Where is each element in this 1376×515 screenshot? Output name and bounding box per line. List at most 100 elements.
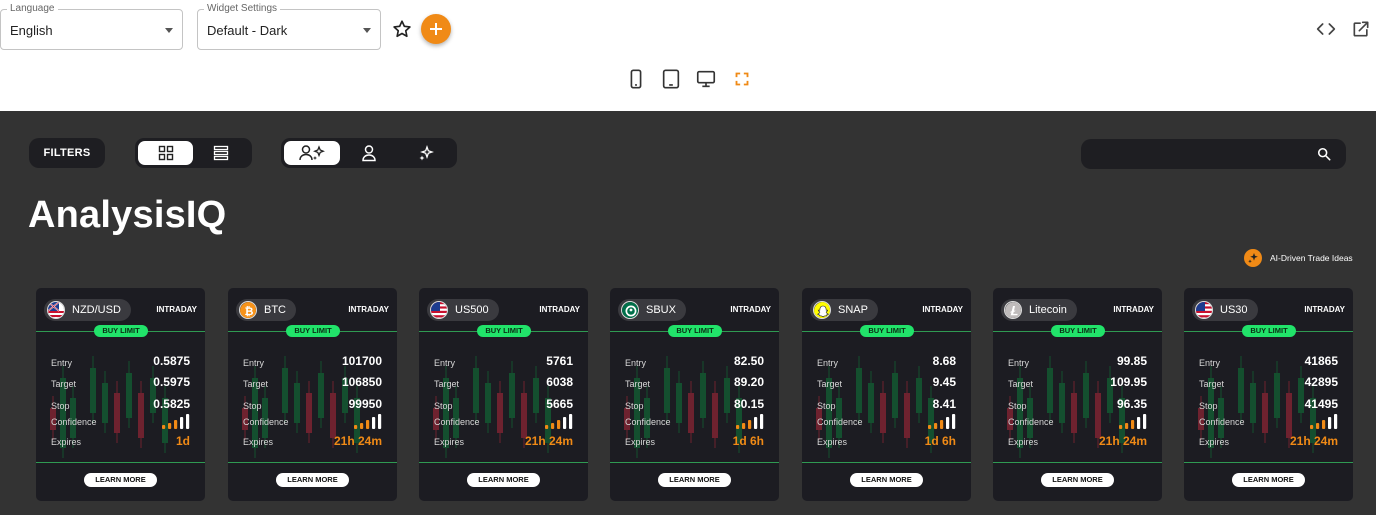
expires-value: 1d	[175, 434, 190, 448]
grid-icon	[158, 145, 173, 161]
user-ai-button[interactable]	[284, 141, 340, 165]
learn-more-button[interactable]: LEARN MORE	[84, 473, 157, 487]
filters-button[interactable]: FILTERS	[29, 138, 105, 168]
symbol-label: BTC	[264, 304, 286, 316]
analysisiq-widget: FILTERS AnalysisIQ AI-Driven Trade Ideas…	[0, 111, 1376, 515]
confidence-label: Confidence	[817, 417, 863, 427]
open-external-icon[interactable]	[1351, 19, 1371, 39]
list-view-button[interactable]	[193, 141, 248, 165]
expires-label: Expires	[625, 437, 656, 447]
stop-label: Stop	[625, 401, 644, 411]
symbol-label: NZD/USD	[72, 304, 121, 316]
learn-more-button[interactable]: LEARN MORE	[850, 473, 923, 487]
symbol-pill[interactable]: Litecoin	[1001, 299, 1077, 321]
ai-button[interactable]	[397, 141, 454, 165]
search-input[interactable]	[1081, 139, 1346, 169]
target-value: 6038	[546, 375, 573, 389]
term-label: INTRADAY	[348, 305, 389, 314]
target-label: Target	[1008, 379, 1034, 389]
symbol-label: US30	[1220, 304, 1248, 316]
order-type-badge: BUY LIMIT	[286, 325, 340, 337]
symbol-label: US500	[455, 304, 489, 316]
widget-settings-select[interactable]: Widget Settings Default - Dark	[197, 3, 381, 50]
add-button[interactable]	[421, 14, 451, 44]
user-button[interactable]	[340, 141, 397, 165]
symbol-label: SNAP	[838, 304, 868, 316]
divider	[610, 462, 779, 463]
symbol-pill[interactable]: NZD/USD	[44, 299, 131, 321]
learn-more-button[interactable]: LEARN MORE	[658, 473, 731, 487]
symbol-pill[interactable]: US30	[1192, 299, 1258, 321]
grid-view-button[interactable]	[138, 141, 193, 165]
sbux-flag-icon	[621, 301, 639, 319]
ltc-flag-icon	[1004, 301, 1022, 319]
confidence-bars-icon	[354, 414, 382, 429]
trade-card[interactable]: ₿ BTC INTRADAY BUY LIMIT Entry 101700 Target 10…	[228, 288, 397, 501]
widget-settings-label: Widget Settings	[204, 3, 281, 15]
learn-more-button[interactable]: LEARN MORE	[1232, 473, 1305, 487]
target-label: Target	[434, 379, 460, 389]
target-value: 89.20	[733, 375, 764, 389]
expires-label: Expires	[817, 437, 848, 447]
user-icon	[361, 145, 376, 162]
order-type-badge: BUY LIMIT	[860, 325, 914, 337]
stop-value: 80.15	[733, 397, 764, 411]
tablet-view-icon[interactable]	[660, 68, 682, 90]
order-type-badge: BUY LIMIT	[477, 325, 531, 337]
us-flag-icon	[430, 301, 448, 319]
order-type-badge: BUY LIMIT	[94, 325, 148, 337]
trade-card[interactable]: NZD/USD INTRADAY BUY LIMIT Entry 0.5875 Targe…	[36, 288, 205, 501]
widget-settings-value: Default - Dark	[207, 23, 288, 38]
ai-label: AI-Driven Trade Ideas	[1270, 253, 1353, 263]
user-sparkle-icon	[299, 145, 325, 161]
divider	[228, 462, 397, 463]
trade-card[interactable]: SNAP INTRADAY BUY LIMIT Entry 8.68 Target 9.45…	[802, 288, 971, 501]
target-label: Target	[625, 379, 651, 389]
entry-label: Entry	[1008, 358, 1030, 368]
code-icon[interactable]	[1316, 20, 1336, 38]
caret-down-icon	[165, 28, 173, 33]
stop-label: Stop	[1008, 401, 1027, 411]
language-label: Language	[7, 3, 58, 15]
mobile-view-icon[interactable]	[625, 68, 647, 90]
confidence-bars-icon	[736, 414, 764, 429]
source-toggle	[281, 138, 457, 168]
trade-card[interactable]: US30 INTRADAY BUY LIMIT Entry 41865 Target 428…	[1184, 288, 1353, 501]
entry-value: 82.50	[733, 354, 764, 368]
entry-value: 8.68	[932, 354, 956, 368]
confidence-label: Confidence	[434, 417, 480, 427]
symbol-pill[interactable]: ₿ BTC	[236, 299, 296, 321]
confidence-label: Confidence	[625, 417, 671, 427]
learn-more-button[interactable]: LEARN MORE	[467, 473, 540, 487]
language-select[interactable]: Language English	[0, 3, 183, 50]
stop-value: 99950	[348, 397, 382, 411]
symbol-pill[interactable]: SNAP	[810, 299, 878, 321]
learn-more-button[interactable]: LEARN MORE	[1041, 473, 1114, 487]
fullscreen-view-icon[interactable]	[731, 68, 753, 90]
star-icon[interactable]	[391, 18, 413, 40]
svg-text:₿: ₿	[245, 305, 254, 318]
confidence-label: Confidence	[1008, 417, 1054, 427]
term-label: INTRADAY	[1113, 305, 1154, 314]
symbol-pill[interactable]: SBUX	[618, 299, 686, 321]
target-label: Target	[51, 379, 77, 389]
desktop-view-icon[interactable]	[695, 68, 717, 90]
divider	[993, 462, 1162, 463]
us-flag-icon	[1195, 301, 1213, 319]
expires-label: Expires	[1199, 437, 1230, 447]
expires-value: 21h 24m	[1098, 434, 1147, 448]
order-type-badge: BUY LIMIT	[668, 325, 722, 337]
stop-label: Stop	[51, 401, 70, 411]
ai-sparkle-icon	[1244, 249, 1262, 267]
symbol-pill[interactable]: US500	[427, 299, 499, 321]
learn-more-button[interactable]: LEARN MORE	[276, 473, 349, 487]
trade-card[interactable]: Litecoin INTRADAY BUY LIMIT Entry 99.85 Targe…	[993, 288, 1162, 501]
trade-card[interactable]: SBUX INTRADAY BUY LIMIT Entry 82.50 Target 89.…	[610, 288, 779, 501]
symbol-label: SBUX	[646, 304, 676, 316]
target-label: Target	[817, 379, 843, 389]
trade-card[interactable]: US500 INTRADAY BUY LIMIT Entry 5761 Target 603…	[419, 288, 588, 501]
target-value: 106850	[341, 375, 382, 389]
search-icon[interactable]	[1317, 147, 1331, 161]
caret-down-icon	[363, 28, 371, 33]
entry-label: Entry	[817, 358, 839, 368]
